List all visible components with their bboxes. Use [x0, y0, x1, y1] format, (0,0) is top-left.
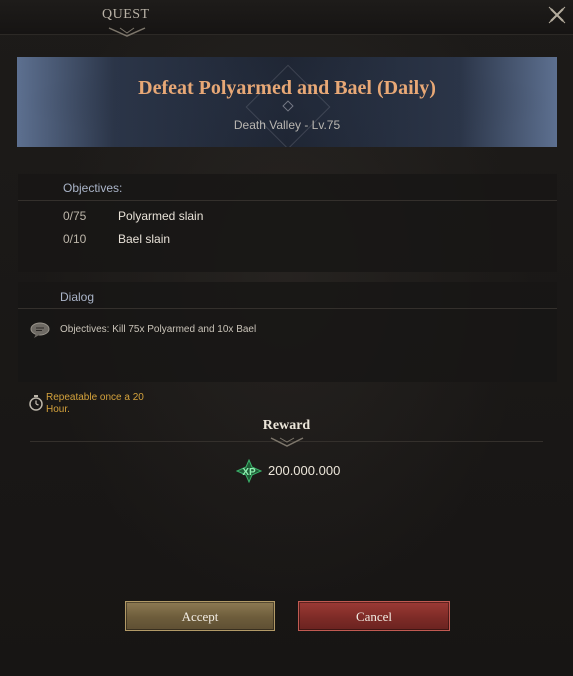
dialog-text: Objectives: Kill 75x Polyarmed and 10x B…	[60, 324, 257, 335]
xp-icon-label: XP	[242, 467, 256, 478]
objectives-header: Objectives:	[18, 174, 557, 201]
objective-label: Bael slain	[118, 232, 171, 246]
objectives-panel: Objectives: 0/75 Polyarmed slain 0/10 Ba…	[18, 174, 557, 272]
quest-name: Defeat Polyarmed and Bael (Daily)	[138, 77, 436, 99]
objectives-heading: Objectives:	[63, 181, 123, 195]
objective-progress: 0/10	[63, 232, 87, 246]
dialog-panel: Dialog Objectives: Kill 75x Polyarmed an…	[18, 282, 557, 382]
stopwatch-icon	[29, 395, 43, 411]
repeatable-text: Repeatable once a 20 Hour.	[46, 392, 144, 415]
chat-bubble-icon	[30, 322, 50, 338]
window-title: QUEST	[102, 7, 150, 22]
quest-location: Death Valley - Lv.75	[233, 118, 341, 132]
reward-ornament-icon	[270, 437, 304, 447]
dialog-heading: Dialog	[60, 290, 95, 304]
close-icon[interactable]	[547, 6, 567, 26]
xp-reward-value: 200.000.000	[268, 463, 341, 478]
reward-heading: Reward	[262, 418, 311, 433]
objective-progress: 0/75	[63, 209, 87, 223]
objective-label: Polyarmed slain	[118, 209, 204, 223]
title-bar: QUEST	[0, 0, 573, 37]
accept-button[interactable]: Accept	[125, 601, 275, 631]
cancel-button[interactable]: Cancel	[298, 601, 450, 631]
xp-icon: XP	[236, 459, 262, 483]
dialog-header: Dialog	[18, 282, 557, 309]
quest-banner: Defeat Polyarmed and Bael (Daily) Death …	[17, 57, 557, 147]
title-ornament-icon	[108, 27, 146, 37]
